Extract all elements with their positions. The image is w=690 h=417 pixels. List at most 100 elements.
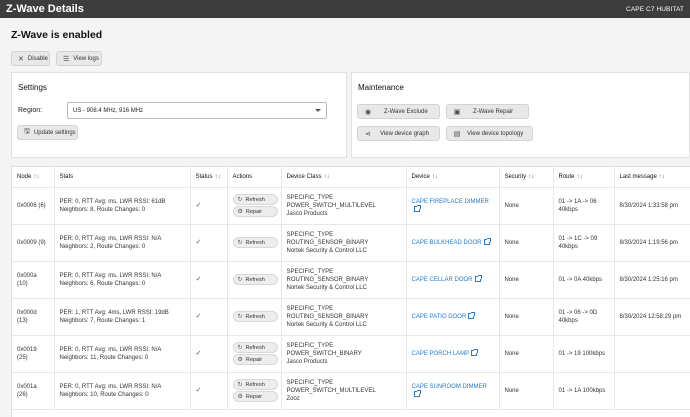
route-line: 01 -> 19 100kbps: [558, 350, 606, 357]
external-link-icon[interactable]: [413, 204, 421, 212]
external-link-icon[interactable]: [471, 348, 479, 356]
column-header-last-message[interactable]: Last message ↑↓: [614, 167, 690, 188]
actions-cell: ↻ Refresh ⚙ Repair: [227, 187, 282, 225]
route-cell: 01 -> 19 100kbps: [553, 335, 615, 373]
stats-line: PER: 0, RTT Avg: ms, LWR RSSI: N/A: [59, 235, 162, 242]
refresh-label: Refresh: [245, 381, 265, 388]
view-logs-button[interactable]: ☰ View logs: [56, 51, 102, 66]
column-header-security[interactable]: Security ↑↓: [499, 167, 554, 188]
refresh-button[interactable]: ↻ Refresh: [232, 194, 278, 205]
security-cell: None: [499, 298, 554, 336]
status-cell: ✓: [190, 224, 228, 262]
view-device-graph-label: View device graph: [380, 130, 429, 137]
disable-label: Disable: [27, 55, 48, 62]
class-line: ROUTING_SENSOR_BINARY: [286, 239, 369, 246]
refresh-icon: ↻: [237, 344, 243, 351]
view-device-topology-button[interactable]: ▤ View device topology: [446, 126, 533, 141]
refresh-button[interactable]: ↻ Refresh: [232, 379, 278, 390]
repair-button[interactable]: ⚙ Repair: [232, 354, 278, 365]
route-line: 01 -> 1A -> 06: [558, 198, 597, 205]
stats-line: PER: 0, RTT Avg: ms, LWR RSSI: N/A: [59, 383, 162, 390]
stats-cell: PER: 0, RTT Avg: ms, LWR RSSI: N/A Neighb…: [54, 224, 191, 262]
refresh-label: Refresh: [245, 313, 265, 320]
zwave-exclude-label: Z-Wave Exclude: [384, 108, 428, 115]
region-label: Region:: [18, 107, 43, 114]
external-link-icon[interactable]: [413, 389, 421, 397]
route-cell: 01 -> 1C -> 09 40kbps: [553, 224, 615, 262]
column-header-route[interactable]: Route ↑↓: [553, 167, 615, 188]
table-row: 0x0009 (9) PER: 0, RTT Avg: ms, LWR RSSI…: [12, 224, 690, 262]
refresh-icon: ↻: [237, 239, 243, 246]
column-header-device-class[interactable]: Device Class ↑↓: [281, 167, 407, 188]
node-id: 0x001a: [17, 383, 37, 390]
update-settings-button[interactable]: 🖫 Update settings: [17, 125, 78, 140]
external-link-icon[interactable]: [483, 237, 491, 245]
class-line: SPECIFIC_TYPE: [286, 194, 334, 201]
device-cell: CAPE BULKHEAD DOOR: [406, 224, 500, 262]
manufacturer: Nortek Security & Control LLC: [286, 284, 367, 291]
column-header-device[interactable]: Device ↑↓: [406, 167, 500, 188]
nodes-table: Node ↑↓ Stats Status ↑↓ Actions Device Cla…: [11, 166, 690, 417]
column-header-node[interactable]: Node ↑↓: [12, 167, 55, 188]
check-icon: ✓: [195, 312, 202, 320]
disable-button[interactable]: ✕ Disable: [11, 51, 50, 66]
security-cell: None: [499, 261, 554, 299]
route-line: 01 -> 1C -> 09: [558, 235, 598, 242]
device-link[interactable]: CAPE PORCH LAMP: [412, 351, 470, 357]
device-cell: CAPE CELLAR DOOR: [406, 261, 500, 299]
node-id: 0x000d: [17, 309, 37, 316]
repair-label: Repair: [245, 393, 263, 400]
external-link-icon[interactable]: [468, 311, 476, 319]
settings-title: Settings: [18, 83, 47, 92]
device-link[interactable]: CAPE SUNROOM DIMMER: [412, 384, 487, 390]
device-link[interactable]: CAPE FIREPLACE DIMMER: [412, 199, 489, 205]
device-cell: CAPE FIREPLACE DIMMER: [406, 187, 500, 225]
stats-cell: PER: 0, RTT Avg: ms, LWR RSSI: 61dB Neigh…: [54, 187, 191, 225]
node-cell: 0x0009 (9): [12, 224, 55, 262]
refresh-button[interactable]: ↻ Refresh: [232, 274, 278, 285]
topology-icon: ▤: [453, 130, 461, 138]
route-line: 40kbps: [558, 206, 578, 213]
zwave-exclude-button[interactable]: ◉ Z-Wave Exclude: [357, 104, 440, 119]
refresh-button[interactable]: ↻ Refresh: [232, 342, 278, 353]
column-header-stats: Stats: [54, 167, 191, 188]
last-message-cell: [614, 335, 690, 373]
maintenance-title: Maintenance: [358, 83, 404, 92]
column-header-status[interactable]: Status ↑↓: [190, 167, 228, 188]
refresh-button[interactable]: ↻ Refresh: [232, 311, 278, 322]
check-icon: ✓: [195, 275, 202, 283]
stats-cell: PER: 0, RTT Avg: ms, LWR RSSI: N/A Neighb…: [54, 372, 191, 410]
device-link[interactable]: CAPE PATIO DOOR: [412, 314, 467, 320]
class-line: POWER_SWITCH_MULTILEVEL: [286, 387, 376, 394]
maintenance-panel: Maintenance ◉ Z-Wave Exclude ▣ Z-Wave Re…: [351, 72, 690, 158]
device-cell: CAPE SUNROOM DIMMER: [406, 372, 500, 410]
manufacturer: Nortek Security & Control LLC: [286, 247, 367, 254]
refresh-button[interactable]: ↻ Refresh: [232, 237, 278, 248]
repair-icon: ⚙: [237, 393, 243, 400]
repair-button[interactable]: ⚙ Repair: [232, 391, 278, 402]
refresh-label: Refresh: [245, 196, 265, 203]
zwave-repair-button[interactable]: ▣ Z-Wave Repair: [446, 104, 529, 119]
external-link-icon[interactable]: [474, 274, 482, 282]
region-select[interactable]: US - 908.4 MHz, 916 MHz: [67, 102, 327, 119]
view-device-graph-button[interactable]: ⋖ View device graph: [357, 126, 440, 141]
stats-line: PER: 0, RTT Avg: ms, LWR RSSI: 61dB: [59, 198, 166, 205]
table-row: 0x0006 (6) PER: 0, RTT Avg: ms, LWR RSSI…: [12, 187, 690, 225]
column-header-actions: Actions: [227, 167, 282, 188]
sort-icon: ↑↓: [431, 173, 438, 180]
stats-line: Neighbors: 6, Route Changes: 0: [59, 280, 146, 287]
manufacturer: Jasco Products: [286, 210, 328, 217]
repair-button[interactable]: ⚙ Repair: [232, 206, 278, 217]
list-icon: ☰: [63, 55, 70, 63]
table-header-row: Node ↑↓ Stats Status ↑↓ Actions Device Cla…: [12, 167, 690, 188]
node-number: (10): [17, 280, 28, 287]
device-class-cell: SPECIFIC_TYPE POWER_SWITCH_BINARY Jasco P…: [281, 335, 407, 373]
device-class-cell: SPECIFIC_TYPE ROUTING_SENSOR_BINARY Nortek…: [281, 261, 407, 299]
node-id: 0x0009 (9): [17, 239, 46, 246]
device-link[interactable]: CAPE BULKHEAD DOOR: [412, 240, 482, 246]
device-link[interactable]: CAPE CELLAR DOOR: [412, 277, 473, 283]
route-line: 01 -> 06 -> 0D: [558, 309, 598, 316]
column-label: Status: [195, 173, 213, 180]
class-line: SPECIFIC_TYPE: [286, 305, 334, 312]
table-row: 0x001a (26) PER: 0, RTT Avg: ms, LWR RSSI…: [12, 372, 690, 410]
